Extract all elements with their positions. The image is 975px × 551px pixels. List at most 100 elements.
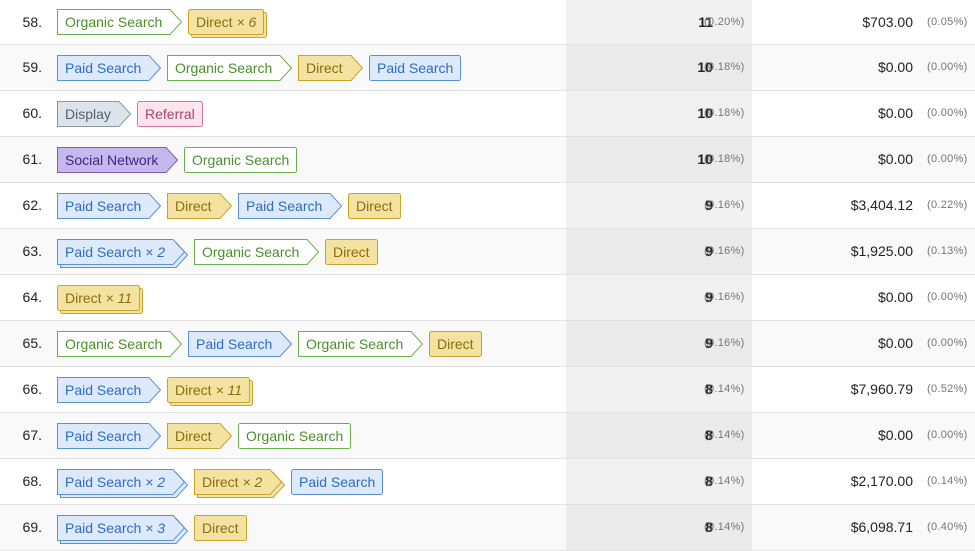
conversions-percent: (0.16%) [704, 245, 745, 257]
path-step-label: Organic Search [184, 147, 297, 173]
path-step-label: Paid Search [291, 469, 383, 495]
path-step-paid[interactable]: Paid Search [369, 54, 461, 81]
path-step-label: Paid Search [57, 55, 161, 81]
channel-name: Organic Search [306, 335, 404, 352]
path-step-direct[interactable]: Direct [167, 422, 233, 449]
path-step-label: Paid Search [57, 193, 161, 219]
row-number: 67. [22, 427, 42, 443]
channel-name: Organic Search [175, 59, 273, 76]
path-step-direct[interactable]: Direct × 2 [194, 468, 286, 498]
table-row: 63. Paid Search × 2 Organic Search Direct 9(… [0, 229, 975, 275]
path-step-direct[interactable]: Direct [348, 192, 401, 219]
path-step-organic[interactable]: Organic Search [57, 9, 183, 35]
revenue-value: $0.00 [877, 151, 913, 167]
path-step-paid[interactable]: Paid Search [238, 192, 343, 219]
path-step-paid[interactable]: Paid Search × 2 [57, 468, 189, 498]
conversion-path: Paid Search Direct Organic Search [57, 413, 357, 458]
path-step-display[interactable]: Display [57, 100, 132, 127]
revenue-percent: (0.00%) [927, 153, 968, 165]
path-step-referral[interactable]: Referral [137, 100, 203, 127]
path-step-label: Direct [348, 193, 401, 219]
revenue-value: $0.00 [877, 427, 913, 443]
revenue-value: $1,925.00 [850, 243, 913, 259]
channel-name: Paid Search [299, 473, 376, 490]
conversions-percent: (0.16%) [704, 337, 745, 349]
conversion-path: Paid Search Direct Paid Search Direct [57, 183, 407, 228]
path-step-label: Social Network [57, 147, 178, 173]
conversions-percent: (0.18%) [704, 153, 745, 165]
conversion-path: Organic Search Paid Search Organic Search D… [57, 321, 488, 366]
channel-name: Direct [437, 335, 474, 352]
path-step-paid[interactable]: Paid Search × 2 [57, 238, 189, 268]
path-step-organic[interactable]: Organic Search [57, 330, 183, 357]
path-step-label: Organic Search [57, 331, 182, 357]
channel-name: Organic Search [246, 427, 344, 444]
path-step-direct[interactable]: Direct [325, 238, 378, 265]
revenue-value: $2,170.00 [850, 473, 913, 489]
path-step-paid[interactable]: Paid Search × 3 [57, 514, 189, 544]
conversions-percent: (0.18%) [704, 61, 745, 73]
row-number: 59. [22, 59, 42, 75]
path-step-direct[interactable]: Direct × 6 [188, 9, 267, 38]
row-number: 61. [22, 151, 42, 167]
conversion-path: Paid Search × 2 Direct × 2 Paid Search [57, 459, 389, 504]
table-row: 66. Paid Search Direct × 11 8 (0.14%) $7,960.… [0, 367, 975, 413]
channel-name: Paid Search [65, 381, 142, 398]
table-row: 60. Display Referral 10 (0.18%) $0.00 (0.00%) [0, 91, 975, 137]
path-step-label: Direct × 2 [194, 469, 282, 495]
path-step-organic[interactable]: Organic Search [194, 238, 320, 265]
row-number: 66. [22, 381, 42, 397]
path-step-paid[interactable]: Paid Search [57, 54, 162, 81]
channel-name: Direct [196, 14, 233, 30]
revenue-value: $7,960.79 [850, 381, 913, 397]
path-step-organic[interactable]: Organic Search [167, 54, 293, 81]
path-step-paid[interactable]: Paid Search [291, 468, 383, 495]
revenue-percent: (0.00%) [927, 337, 968, 349]
path-step-direct[interactable]: Direct [167, 192, 233, 219]
row-number: 68. [22, 473, 42, 489]
path-step-label: Direct [167, 193, 232, 219]
repeat-count: × 3 [145, 519, 166, 536]
path-step-label: Display [57, 101, 131, 127]
conversions-percent: (0.14%) [704, 521, 745, 533]
channel-name: Direct [333, 243, 370, 260]
path-step-direct[interactable]: Direct [298, 54, 364, 81]
table-row: 64. Direct × 11 9 (0.16%) $0.00 (0.00%) [0, 275, 975, 321]
path-step-label: Referral [137, 101, 203, 127]
path-step-organic[interactable]: Organic Search [184, 146, 297, 173]
path-step-organic[interactable]: Organic Search [298, 330, 424, 357]
channel-name: Direct [175, 427, 212, 444]
conversions-percent: (0.14%) [704, 383, 745, 395]
revenue-value: $0.00 [877, 59, 913, 75]
repeat-count: × 11 [215, 381, 243, 398]
revenue-value: $703.00 [862, 14, 913, 30]
conversion-paths-table: 58. Organic Search Direct × 6 11 (0.20%) $703… [0, 0, 975, 551]
path-step-social[interactable]: Social Network [57, 146, 179, 173]
path-step-direct[interactable]: Direct [194, 514, 247, 541]
conversions-percent: (0.16%) [704, 291, 745, 303]
table-row: 65. Organic Search Paid Search Organic Sear… [0, 321, 975, 367]
channel-name: Organic Search [202, 243, 300, 260]
path-step-paid[interactable]: Paid Search [57, 192, 162, 219]
path-step-label: Direct × 6 [188, 9, 264, 35]
path-step-label: Direct × 11 [57, 285, 140, 311]
channel-name: Direct [175, 381, 212, 398]
path-step-label: Paid Search [188, 331, 292, 357]
path-step-direct[interactable]: Direct × 11 [167, 376, 253, 406]
path-step-direct[interactable]: Direct × 11 [57, 284, 143, 314]
revenue-percent: (0.22%) [927, 199, 968, 211]
channel-name: Paid Search [65, 519, 142, 536]
channel-name: Paid Search [377, 59, 454, 76]
table-row: 67. Paid Search Direct Organic Search 8 (0.14… [0, 413, 975, 459]
path-step-label: Direct [167, 423, 232, 449]
conversion-path: Paid Search × 2 Organic Search Direct [57, 229, 384, 274]
row-number: 63. [22, 243, 42, 259]
path-step-paid[interactable]: Paid Search [57, 422, 162, 449]
path-step-paid[interactable]: Paid Search [57, 376, 162, 403]
path-step-organic[interactable]: Organic Search [238, 422, 351, 449]
channel-name: Paid Search [65, 197, 142, 214]
row-number: 64. [22, 289, 42, 305]
path-step-paid[interactable]: Paid Search [188, 330, 293, 357]
conversion-path: Display Referral [57, 91, 209, 136]
path-step-direct[interactable]: Direct [429, 330, 482, 357]
